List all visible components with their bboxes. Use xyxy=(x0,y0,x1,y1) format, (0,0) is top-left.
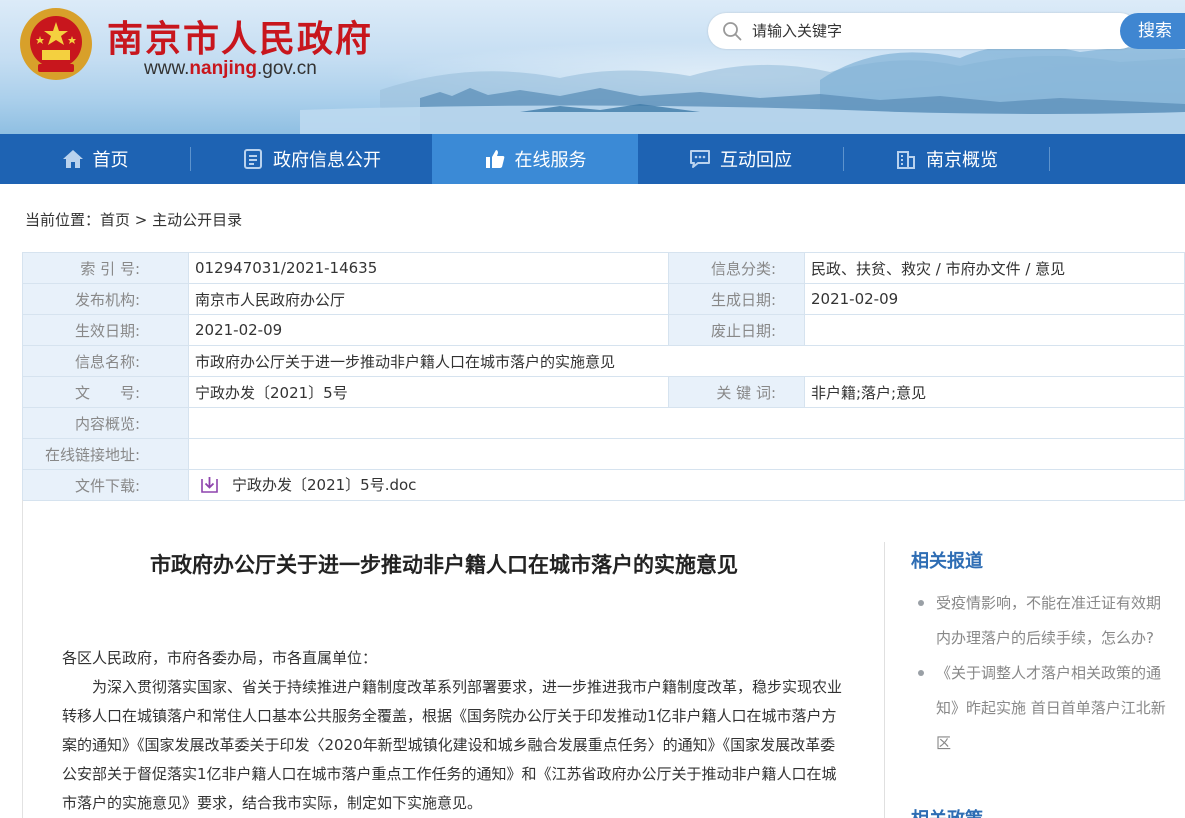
nav-item-label: 政府信息公开 xyxy=(273,150,381,171)
online-link-label: 在线链接地址: xyxy=(22,438,189,470)
category-value: 民政、扶贫、救灾 / 市府办文件 / 意见 xyxy=(804,252,1185,284)
document-icon xyxy=(244,149,262,169)
nav-item-home[interactable]: 首页 xyxy=(0,134,190,184)
main-nav: 首页 政府信息公开 在线服务 互动回应 南京概览 xyxy=(0,134,1185,184)
nav-item-label: 互动回应 xyxy=(720,150,792,171)
file-download-name: 宁政办发〔2021〕5号.doc xyxy=(232,475,417,494)
related-policies-heading: 相关政策 xyxy=(911,805,983,818)
home-icon xyxy=(62,150,83,168)
breadcrumb-home-link[interactable]: 首页 xyxy=(100,211,130,229)
list-item: 受疫情影响，不能在准迁证有效期内办理落户的后续手续，怎么办? xyxy=(918,586,1173,656)
article-paragraph: 为深入贯彻落实国家、省关于持续推进户籍制度改革系列部署要求，进一步推进我市户籍制… xyxy=(62,678,843,812)
related-reports-list: 受疫情影响，不能在准迁证有效期内办理落户的后续手续，怎么办? 《关于调整人才落户… xyxy=(918,586,1173,761)
related-report-link[interactable]: 《关于调整人才落户相关政策的通知》昨起实施 首日首单落户江北新区 xyxy=(936,664,1166,752)
table-row: 生效日期: 2021-02-09 废止日期: xyxy=(22,314,1185,346)
summary-value xyxy=(188,407,1185,439)
summary-label: 内容概览: xyxy=(22,407,189,439)
online-link-value xyxy=(188,438,1185,470)
abolish-date-label: 废止日期: xyxy=(668,314,805,346)
search-button[interactable]: 搜索 xyxy=(1120,13,1185,49)
keywords-value: 非户籍;落户;意见 xyxy=(804,376,1185,408)
table-row: 发布机构: 南京市人民政府办公厅 生成日期: 2021-02-09 xyxy=(22,283,1185,315)
download-icon xyxy=(201,476,218,493)
national-emblem-icon xyxy=(20,8,92,80)
site-url: www.nanjing.gov.cn xyxy=(144,58,317,79)
file-download-link[interactable]: 宁政办发〔2021〕5号.doc xyxy=(195,474,416,495)
search-icon xyxy=(723,22,742,41)
doc-number-value: 宁政办发〔2021〕5号 xyxy=(188,376,669,408)
search-input[interactable] xyxy=(752,13,1122,49)
abolish-date-value xyxy=(804,314,1185,346)
list-item: 《关于调整人才落户相关政策的通知》昨起实施 首日首单落户江北新区 xyxy=(918,656,1173,761)
breadcrumb-prefix: 当前位置： xyxy=(25,211,101,229)
breadcrumb-current-link[interactable]: 主动公开目录 xyxy=(152,211,242,229)
related-report-link[interactable]: 受疫情影响，不能在准迁证有效期内办理落户的后续手续，怎么办? xyxy=(936,594,1161,647)
issuer-value: 南京市人民政府办公厅 xyxy=(188,283,669,315)
article-title: 市政府办公厅关于进一步推动非户籍人口在城市落户的实施意见 xyxy=(150,553,738,577)
table-row: 文 号: 宁政办发〔2021〕5号 关 键 词: 非户籍;落户;意见 xyxy=(22,376,1185,408)
breadcrumb-separator: > xyxy=(130,211,153,229)
nav-item-label: 在线服务 xyxy=(514,150,587,171)
effective-date-label: 生效日期: xyxy=(22,314,189,346)
created-date-value: 2021-02-09 xyxy=(804,283,1185,315)
nav-item-interaction[interactable]: 互动回应 xyxy=(638,134,843,184)
breadcrumb: 当前位置：首页 > 主动公开目录 xyxy=(25,209,242,230)
header-banner: 南京市人民政府 www.nanjing.gov.cn 搜索 xyxy=(0,0,1185,134)
issuer-label: 发布机构: xyxy=(22,283,189,315)
article-salutation: 各区人民政府，市府各委办局，市各直属单位： xyxy=(62,649,378,667)
table-row: 索 引 号: 012947031/2021-14635 信息分类: 民政、扶贫、… xyxy=(22,252,1185,284)
created-date-label: 生成日期: xyxy=(668,283,805,315)
info-name-label: 信息名称: xyxy=(22,345,189,377)
article-body: 各区人民政府，市府各委办局，市各直属单位： 为深入贯彻落实国家、省关于持续推进户… xyxy=(62,644,850,818)
download-cell: 宁政办发〔2021〕5号.doc xyxy=(188,469,1185,501)
search-box xyxy=(708,13,1138,49)
table-row: 内容概览: xyxy=(22,407,1185,439)
table-row: 在线链接地址: xyxy=(22,438,1185,470)
sidebar-divider xyxy=(884,542,885,818)
nav-item-label: 首页 xyxy=(92,150,129,171)
site-title: 南京市人民政府 xyxy=(107,19,374,60)
document-meta-table: 索 引 号: 012947031/2021-14635 信息分类: 民政、扶贫、… xyxy=(22,252,1185,501)
category-label: 信息分类: xyxy=(668,252,805,284)
table-row: 信息名称: 市政府办公厅关于进一步推动非户籍人口在城市落户的实施意见 xyxy=(22,345,1185,377)
nav-item-nanjing-overview[interactable]: 南京概览 xyxy=(844,134,1049,184)
building-icon xyxy=(897,151,915,169)
effective-date-value: 2021-02-09 xyxy=(188,314,669,346)
table-row: 文件下载: 宁政办发〔2021〕5号.doc xyxy=(22,469,1185,501)
nav-item-online-service[interactable]: 在线服务 xyxy=(432,134,638,184)
related-reports-heading: 相关报道 xyxy=(911,551,983,572)
keywords-label: 关 键 词: xyxy=(668,376,805,408)
info-name-value: 市政府办公厅关于进一步推动非户籍人口在城市落户的实施意见 xyxy=(188,345,1185,377)
nav-item-gov-info[interactable]: 政府信息公开 xyxy=(191,134,432,184)
chat-icon xyxy=(690,150,710,168)
nav-item-label: 南京概览 xyxy=(926,150,998,171)
index-value: 012947031/2021-14635 xyxy=(188,252,669,284)
index-label: 索 引 号: xyxy=(22,252,189,284)
thumbs-up-icon xyxy=(485,150,504,168)
nav-divider xyxy=(1049,147,1050,171)
download-label: 文件下载: xyxy=(22,469,189,501)
doc-number-label: 文 号: xyxy=(22,376,189,408)
